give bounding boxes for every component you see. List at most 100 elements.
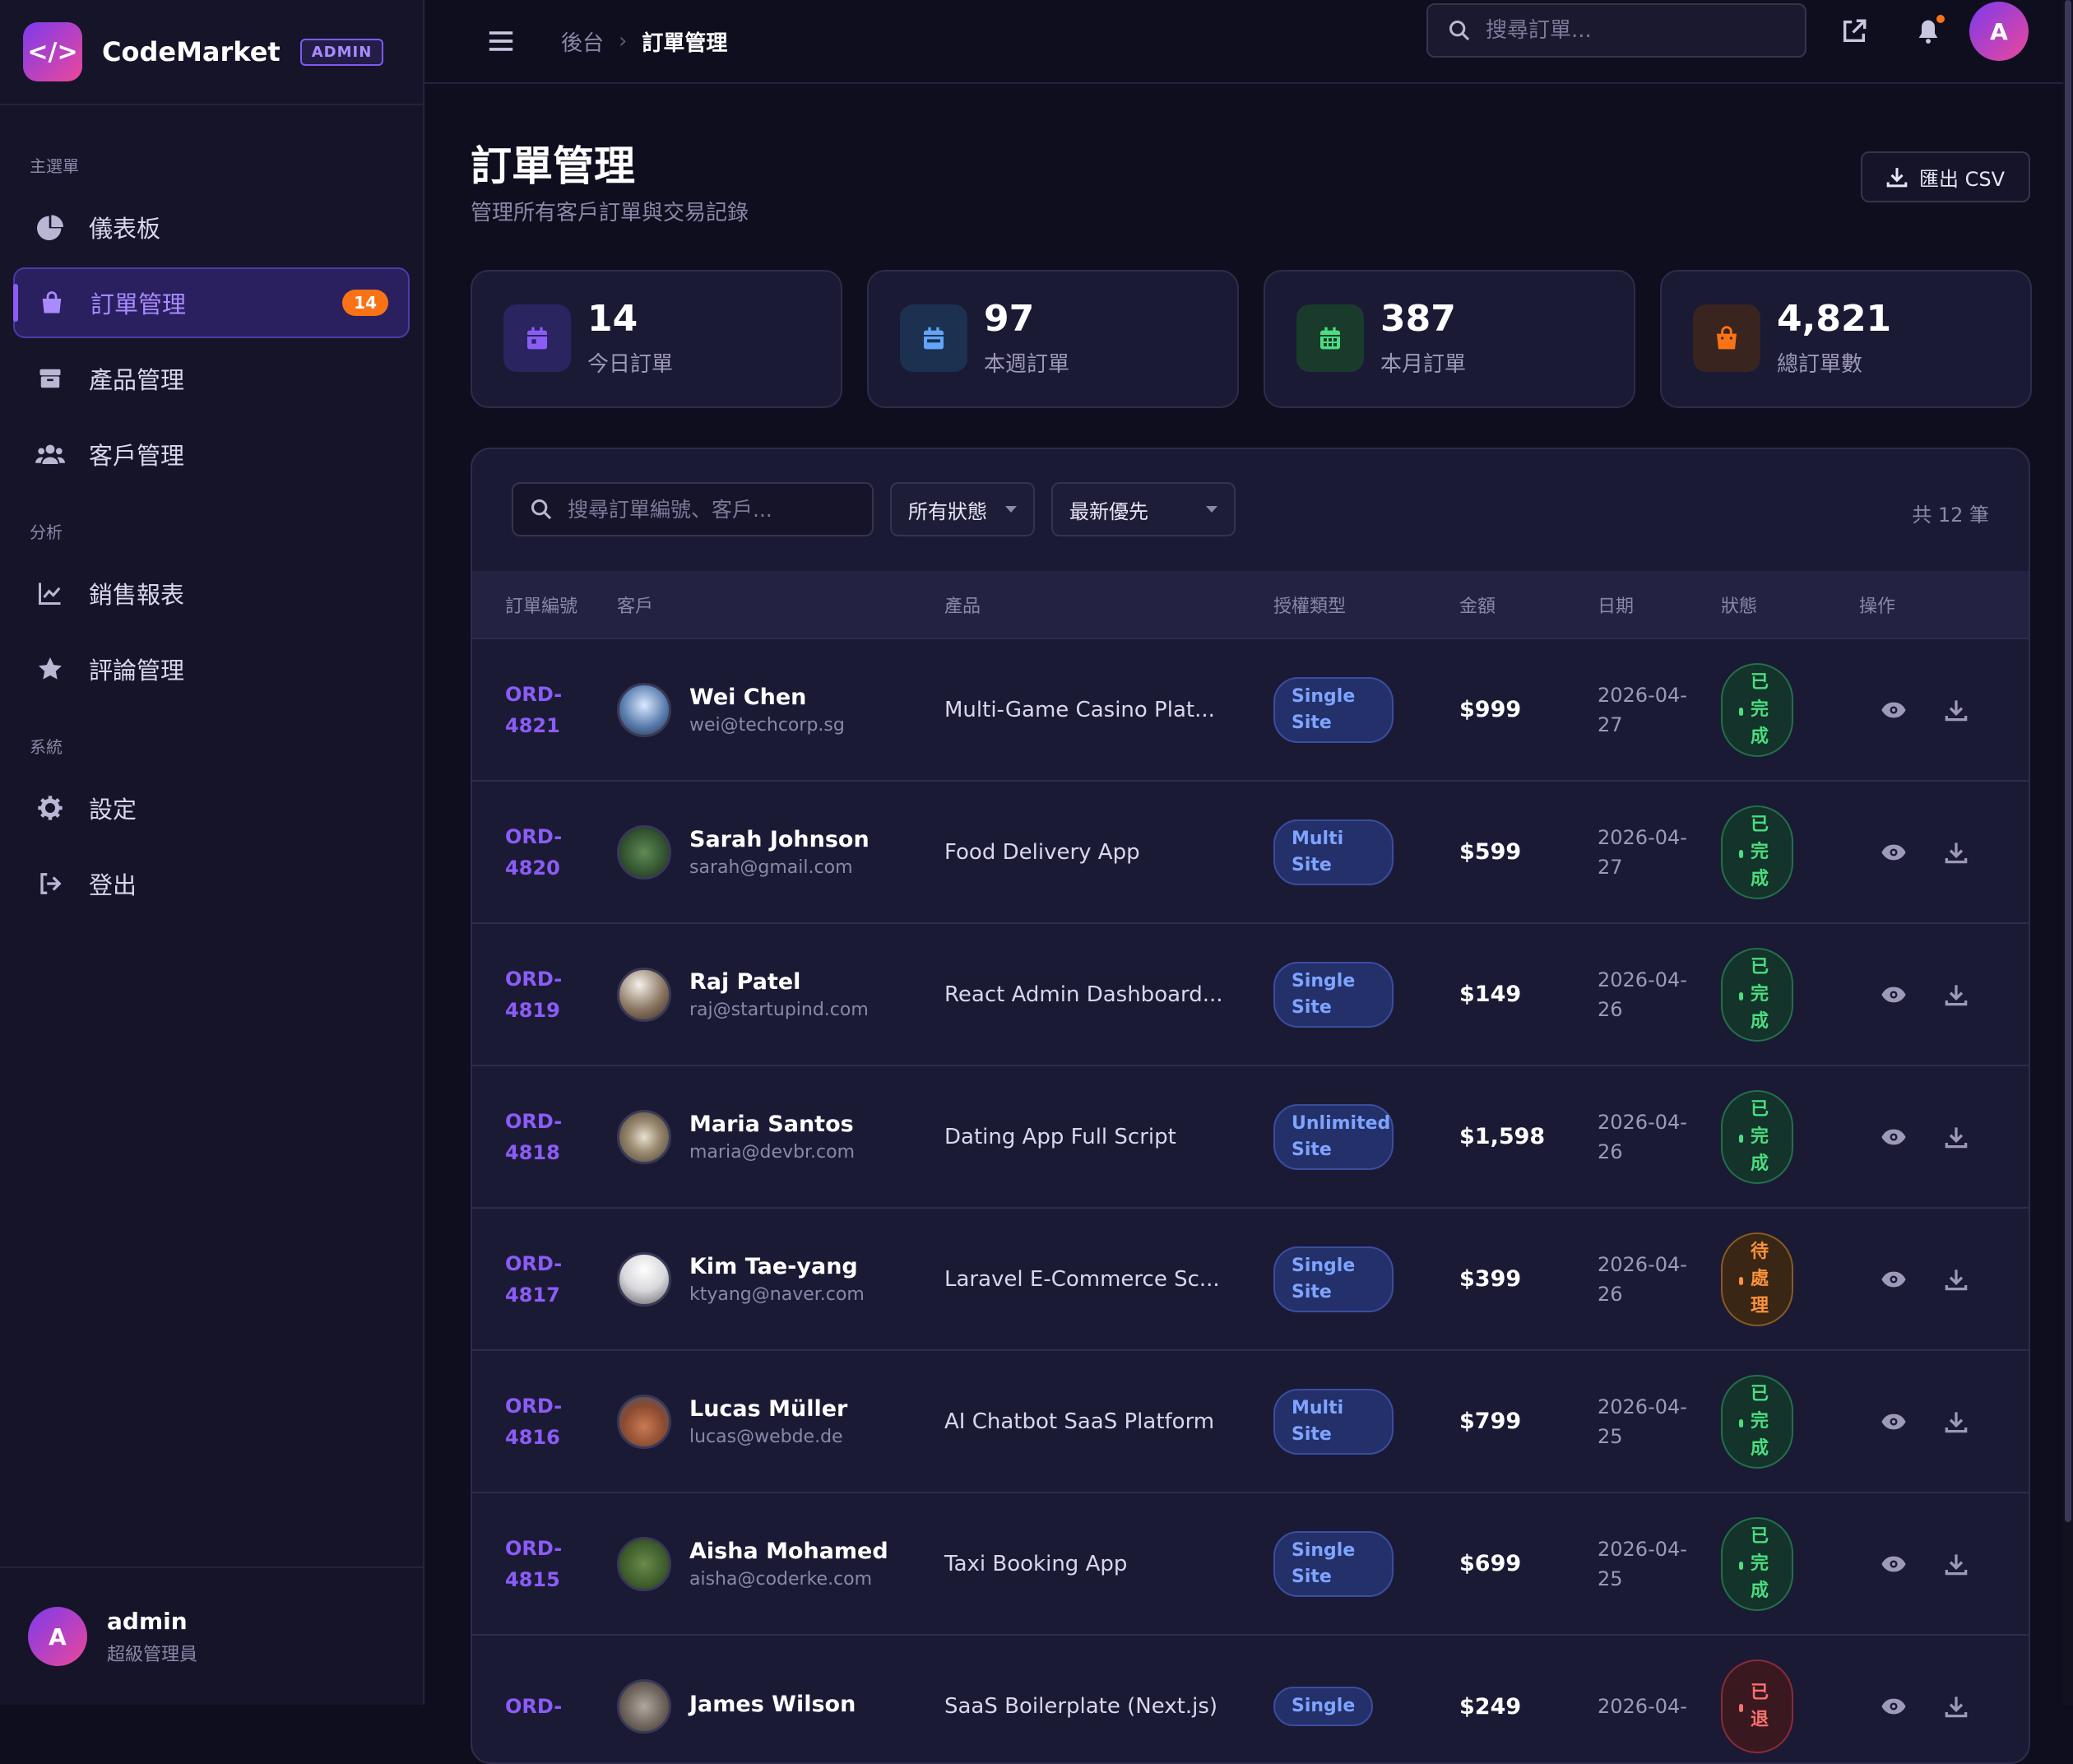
eye-icon[interactable] bbox=[1876, 1119, 1912, 1155]
sidebar-item-settings[interactable]: 設定 bbox=[13, 773, 410, 843]
customer-email: sarah@gmail.com bbox=[689, 856, 853, 878]
download-icon[interactable] bbox=[1938, 1261, 1974, 1297]
download-icon[interactable] bbox=[1938, 1119, 1974, 1155]
order-amount: $249 bbox=[1459, 1693, 1522, 1720]
eye-icon[interactable] bbox=[1876, 1404, 1912, 1440]
table-row[interactable]: ORD-4817 Kim Tae-yang ktyang@naver.com L… bbox=[472, 1208, 2029, 1350]
table-row[interactable]: ORD-4821 Wei Chen wei@techcorp.sg Multi-… bbox=[472, 638, 2029, 781]
column-header[interactable]: 金額 bbox=[1459, 571, 1598, 638]
status-dot bbox=[1739, 1561, 1743, 1570]
table-row[interactable]: ORD-4818 Maria Santos maria@devbr.com Da… bbox=[472, 1065, 2029, 1208]
customer-email: maria@devbr.com bbox=[689, 1141, 856, 1163]
status-filter-value: 所有狀態 bbox=[908, 499, 987, 523]
table-row[interactable]: ORD-4816 Lucas Müller lucas@webde.de AI … bbox=[472, 1350, 2029, 1492]
breadcrumb-root[interactable]: 後台 bbox=[561, 26, 604, 57]
order-date: 2026-04-27 bbox=[1598, 683, 1687, 736]
download-icon[interactable] bbox=[1938, 692, 1974, 728]
table-row[interactable]: ORD- James Wilson SaaS Boilerplate (Next… bbox=[472, 1635, 2029, 1762]
order-id[interactable]: ORD-4815 bbox=[505, 1533, 571, 1595]
shopping-bag-icon bbox=[35, 285, 69, 320]
order-amount: $799 bbox=[1459, 1409, 1522, 1434]
total-count: 共 12 筆 bbox=[1912, 504, 1989, 527]
status-dot bbox=[1739, 1418, 1743, 1427]
eye-icon[interactable] bbox=[1876, 834, 1912, 870]
eye-icon[interactable] bbox=[1876, 692, 1912, 728]
sidebar-item-orders[interactable]: 訂單管理 14 bbox=[13, 267, 410, 338]
column-header[interactable]: 訂單編號 bbox=[472, 571, 617, 638]
pie-chart-icon bbox=[33, 210, 67, 244]
sidebar-item-dashboard[interactable]: 儀表板 bbox=[13, 192, 410, 262]
customer-name: Raj Patel bbox=[689, 968, 801, 995]
sidebar-item-sales-report[interactable]: 銷售報表 bbox=[13, 558, 410, 629]
filters-bar: 所有狀態 最新優先 bbox=[512, 482, 1236, 536]
order-id[interactable]: ORD-4818 bbox=[505, 1106, 571, 1168]
customer-email: raj@startupind.com bbox=[689, 999, 869, 1020]
order-search-input[interactable] bbox=[566, 496, 862, 522]
orders-count-badge: 14 bbox=[342, 290, 388, 316]
order-id[interactable]: ORD-4820 bbox=[505, 821, 571, 884]
column-header[interactable]: 授權類型 bbox=[1273, 571, 1459, 638]
user-role: 超級管理員 bbox=[107, 1644, 198, 1665]
code-logo-icon[interactable]: </> bbox=[23, 22, 82, 81]
download-icon[interactable] bbox=[1938, 1546, 1974, 1582]
top-search-box[interactable] bbox=[1426, 3, 1806, 58]
eye-icon[interactable] bbox=[1876, 977, 1912, 1013]
stat-card-today: 14 今日訂單 bbox=[471, 270, 842, 408]
scrollbar-thumb[interactable] bbox=[2065, 0, 2071, 1522]
eye-icon[interactable] bbox=[1876, 1546, 1912, 1582]
column-header[interactable]: 狀態 bbox=[1721, 571, 1859, 638]
avatar: A bbox=[1969, 2, 2029, 61]
table-row[interactable]: ORD-4819 Raj Patel raj@startupind.com Re… bbox=[472, 923, 2029, 1065]
sidebar-item-logout[interactable]: 登出 bbox=[13, 848, 410, 919]
order-id[interactable]: ORD-4817 bbox=[505, 1248, 571, 1311]
download-icon[interactable] bbox=[1938, 977, 1974, 1013]
external-link-icon[interactable] bbox=[1838, 15, 1871, 48]
sidebar-item-customers[interactable]: 客戶管理 bbox=[13, 419, 410, 490]
sort-select[interactable]: 最新優先 bbox=[1051, 482, 1236, 536]
status-filter-select[interactable]: 所有狀態 bbox=[890, 482, 1035, 536]
order-id[interactable]: ORD-4821 bbox=[505, 679, 571, 741]
status-badge: 已完成 bbox=[1721, 805, 1793, 899]
download-icon[interactable] bbox=[1938, 834, 1974, 870]
customer-cell: Kim Tae-yang ktyang@naver.com bbox=[617, 1251, 944, 1307]
order-id[interactable]: ORD- bbox=[505, 1691, 571, 1722]
sidebar-item-products[interactable]: 產品管理 bbox=[13, 343, 410, 414]
nav-section-main: 主選單 bbox=[30, 156, 79, 176]
download-icon[interactable] bbox=[1938, 1404, 1974, 1440]
order-id[interactable]: ORD-4819 bbox=[505, 963, 571, 1026]
breadcrumb-current: 訂單管理 bbox=[642, 30, 728, 56]
top-search-input[interactable] bbox=[1484, 17, 1797, 44]
calendar-month-icon bbox=[1296, 304, 1364, 372]
hamburger-menu-icon[interactable] bbox=[487, 29, 515, 53]
row-actions bbox=[1859, 1688, 2029, 1725]
column-header[interactable]: 客戶 bbox=[617, 571, 944, 638]
order-amount: $1,598 bbox=[1459, 1124, 1546, 1149]
stat-value: 387 bbox=[1380, 298, 1456, 340]
order-date: 2026-04-26 bbox=[1598, 968, 1687, 1021]
top-avatar[interactable]: A bbox=[1969, 2, 2029, 61]
customer-avatar bbox=[617, 1394, 671, 1449]
search-icon bbox=[530, 498, 553, 521]
column-header[interactable]: 產品 bbox=[944, 571, 1273, 638]
sidebar-user[interactable]: A admin 超級管理員 bbox=[0, 1567, 423, 1705]
page-scrollbar[interactable] bbox=[2063, 0, 2073, 1705]
eye-icon[interactable] bbox=[1876, 1261, 1912, 1297]
export-csv-button[interactable]: 匯出 CSV bbox=[1861, 151, 2030, 202]
bell-icon[interactable] bbox=[1912, 15, 1945, 48]
download-icon[interactable] bbox=[1938, 1688, 1974, 1725]
users-icon bbox=[33, 437, 67, 471]
table-row[interactable]: ORD-4815 Aisha Mohamed aisha@coderke.com… bbox=[472, 1492, 2029, 1635]
box-icon bbox=[33, 361, 67, 396]
product-name: Taxi Booking App bbox=[944, 1551, 1128, 1576]
stat-label: 今日訂單 bbox=[587, 352, 674, 377]
eye-icon[interactable] bbox=[1876, 1688, 1912, 1725]
table-row[interactable]: ORD-4820 Sarah Johnson sarah@gmail.com F… bbox=[472, 781, 2029, 923]
license-badge: Single Site bbox=[1273, 961, 1394, 1028]
order-id[interactable]: ORD-4816 bbox=[505, 1390, 571, 1453]
sidebar-item-reviews[interactable]: 評論管理 bbox=[13, 634, 410, 704]
brand-name: CodeMarket bbox=[102, 36, 281, 67]
product-name: Dating App Full Script bbox=[944, 1124, 1176, 1149]
column-header[interactable]: 日期 bbox=[1598, 571, 1721, 638]
status-badge: 待處理 bbox=[1721, 1232, 1793, 1326]
order-search-box[interactable] bbox=[512, 482, 874, 536]
